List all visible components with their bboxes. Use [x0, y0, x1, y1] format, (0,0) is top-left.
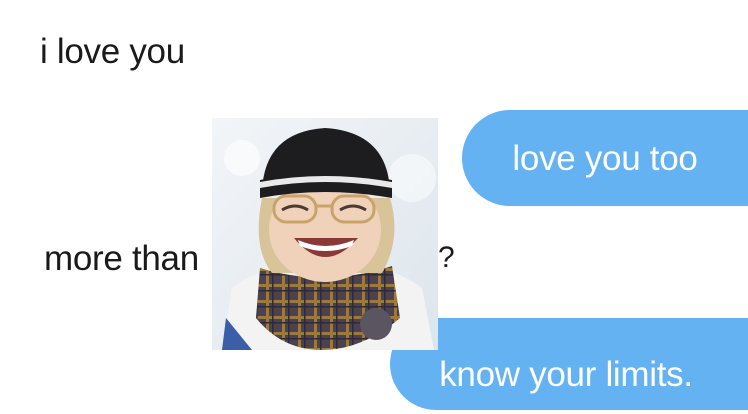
message-text-2: more than — [44, 239, 199, 278]
person-photo-illustration — [212, 118, 438, 350]
reply-bubble-2: know your limits. — [390, 318, 748, 410]
question-mark: ? — [438, 241, 455, 274]
reply-text-2: know your limits. — [439, 354, 693, 394]
reply-text-1: love you too — [512, 138, 698, 178]
message-text-1: i love you — [40, 32, 185, 71]
reply-bubble-1: love you too — [462, 110, 748, 206]
person-photo — [212, 118, 438, 350]
